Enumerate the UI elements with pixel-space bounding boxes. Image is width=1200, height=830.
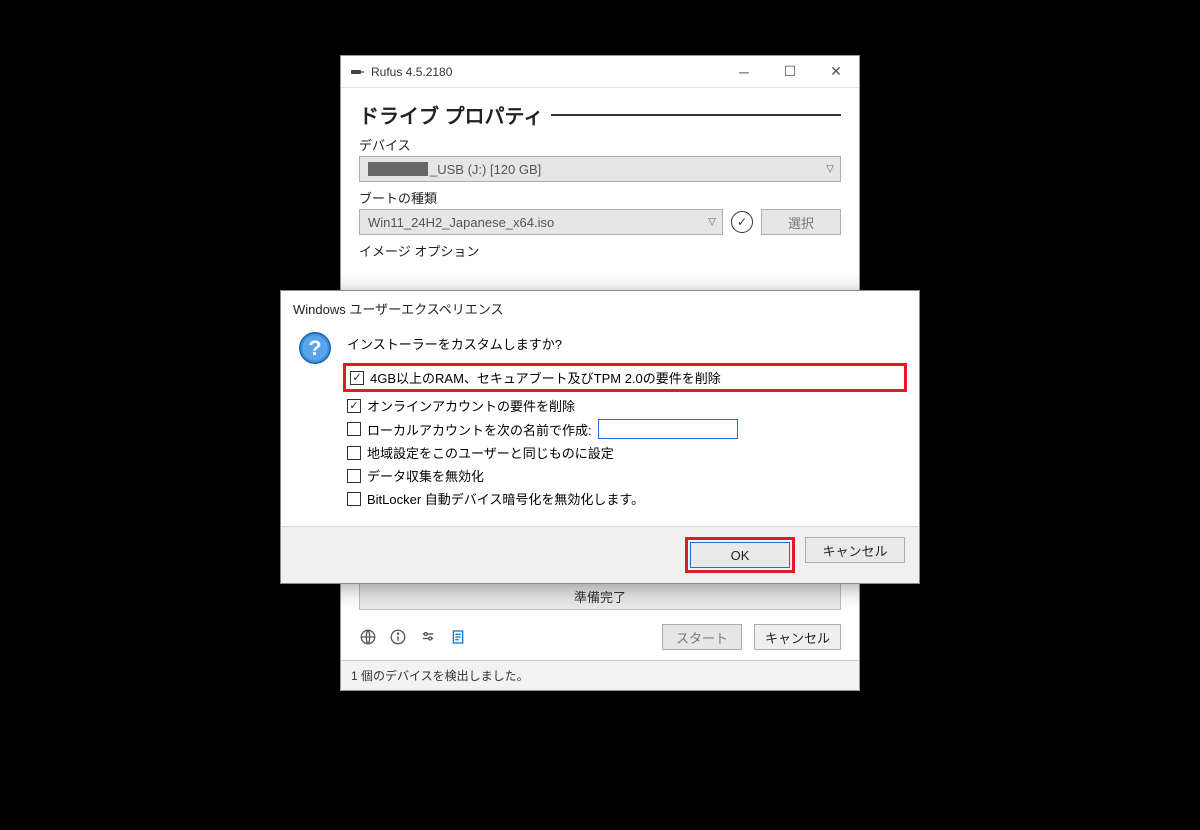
- titlebar: Rufus 4.5.2180 ─ ☐ ✕: [341, 56, 859, 88]
- dialog-title: Windows ユーザーエクスペリエンス: [281, 291, 919, 324]
- option-label: 4GB以上のRAM、セキュアブート及びTPM 2.0の要件を削除: [370, 368, 721, 387]
- option-label: オンラインアカウントの要件を削除: [367, 396, 575, 415]
- verify-iso-icon[interactable]: ✓: [731, 211, 753, 233]
- option-label: ローカルアカウントを次の名前で作成:: [367, 420, 592, 439]
- drive-properties-heading: ドライブ プロパティ: [359, 100, 841, 129]
- dialog-cancel-button[interactable]: キャンセル: [805, 537, 905, 563]
- window-controls: ─ ☐ ✕: [721, 56, 859, 88]
- option-label: データ収集を無効化: [367, 466, 484, 485]
- option-label: 地域設定をこのユーザーと同じものに設定: [367, 443, 614, 462]
- statusbar-text: 1 個のデバイスを検出しました。: [351, 669, 529, 683]
- device-name-masked: [368, 162, 428, 176]
- dialog-content: インストーラーをカスタムしますか? ✓ 4GB以上のRAM、セキュアブート及びT…: [347, 330, 903, 512]
- progress-bar: 準備完了: [359, 582, 841, 610]
- device-value: _USB (J:) [120 GB]: [430, 162, 541, 177]
- boot-type-row: Win11_24H2_Japanese_x64.iso ▽ ✓ 選択: [359, 209, 841, 235]
- checkbox-unchecked-icon[interactable]: [347, 422, 361, 436]
- question-icon: ?: [297, 330, 333, 512]
- dialog-footer: OK キャンセル: [281, 526, 919, 583]
- log-icon[interactable]: [449, 628, 467, 646]
- device-dropdown[interactable]: _USB (J:) [120 GB] ▽: [359, 156, 841, 182]
- close-button[interactable]: ✕: [813, 56, 859, 88]
- boot-type-dropdown[interactable]: Win11_24H2_Japanese_x64.iso ▽: [359, 209, 723, 235]
- checkbox-checked-icon[interactable]: ✓: [350, 371, 364, 385]
- checkbox-checked-icon[interactable]: ✓: [347, 399, 361, 413]
- option-remove-online-account[interactable]: ✓ オンラインアカウントの要件を削除: [347, 396, 903, 415]
- heading-rule: [551, 114, 841, 116]
- ok-button-highlight: OK: [685, 537, 795, 573]
- svg-text:?: ?: [308, 335, 321, 360]
- option-disable-data-collection[interactable]: データ収集を無効化: [347, 466, 903, 485]
- start-button[interactable]: スタート: [662, 624, 742, 650]
- chevron-down-icon: ▽: [826, 164, 834, 175]
- boot-type-label: ブートの種類: [359, 188, 841, 207]
- option-create-local-account[interactable]: ローカルアカウントを次の名前で作成:: [347, 419, 903, 439]
- checkbox-unchecked-icon[interactable]: [347, 492, 361, 506]
- windows-ux-dialog: Windows ユーザーエクスペリエンス ? インストーラーをカスタムしますか?…: [280, 290, 920, 584]
- info-icon[interactable]: [389, 628, 407, 646]
- chevron-down-icon: ▽: [708, 217, 716, 228]
- option-remove-tpm-requirement[interactable]: ✓ 4GB以上のRAM、セキュアブート及びTPM 2.0の要件を削除: [343, 363, 907, 392]
- app-icon: [349, 64, 365, 80]
- settings-icon[interactable]: [419, 628, 437, 646]
- main-cancel-button[interactable]: キャンセル: [754, 624, 841, 650]
- ok-button[interactable]: OK: [690, 542, 790, 568]
- option-disable-bitlocker[interactable]: BitLocker 自動デバイス暗号化を無効化します。: [347, 489, 903, 508]
- boot-type-value: Win11_24H2_Japanese_x64.iso: [368, 215, 554, 230]
- dialog-question: インストーラーをカスタムしますか?: [347, 334, 903, 353]
- toolbar-icons: [359, 628, 467, 646]
- drive-properties-heading-text: ドライブ プロパティ: [359, 100, 543, 129]
- select-iso-button[interactable]: 選択: [761, 209, 841, 235]
- option-label: BitLocker 自動デバイス暗号化を無効化します。: [367, 489, 644, 508]
- globe-icon[interactable]: [359, 628, 377, 646]
- progress-text: 準備完了: [574, 587, 626, 606]
- minimize-button[interactable]: ─: [721, 56, 767, 88]
- local-account-name-input[interactable]: [598, 419, 738, 439]
- checkbox-unchecked-icon[interactable]: [347, 469, 361, 483]
- status-bar: 1 個のデバイスを検出しました。: [341, 660, 859, 690]
- checkbox-unchecked-icon[interactable]: [347, 446, 361, 460]
- bottom-toolbar: スタート キャンセル: [359, 624, 841, 650]
- image-option-label: イメージ オプション: [359, 241, 841, 260]
- dialog-body: ? インストーラーをカスタムしますか? ✓ 4GB以上のRAM、セキュアブート及…: [281, 324, 919, 526]
- maximize-button[interactable]: ☐: [767, 56, 813, 88]
- window-title: Rufus 4.5.2180: [371, 65, 721, 79]
- device-label: デバイス: [359, 135, 841, 154]
- option-same-region-settings[interactable]: 地域設定をこのユーザーと同じものに設定: [347, 443, 903, 462]
